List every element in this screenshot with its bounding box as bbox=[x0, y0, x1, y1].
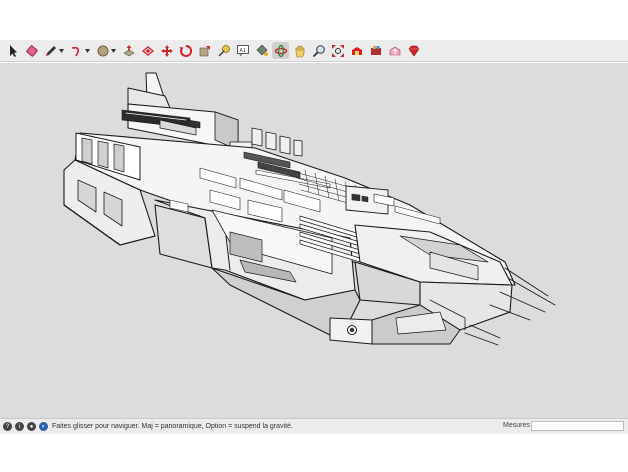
rotate-icon bbox=[179, 44, 192, 57]
tape-measure-icon bbox=[218, 44, 230, 56]
offset-tool-button[interactable] bbox=[139, 42, 156, 59]
ruby-icon bbox=[408, 45, 419, 57]
ruby-tool-button[interactable] bbox=[405, 42, 422, 59]
warehouse-icon bbox=[351, 46, 362, 55]
chevron-down-icon bbox=[59, 48, 64, 53]
zoom-extents-icon bbox=[331, 44, 344, 57]
move-tool-button[interactable] bbox=[158, 42, 175, 59]
warehouse-tool-button[interactable] bbox=[348, 42, 365, 59]
extension-icon bbox=[370, 45, 381, 55]
text-icon: A1 bbox=[236, 44, 249, 56]
move-icon bbox=[160, 44, 173, 57]
eraser-icon bbox=[25, 44, 38, 57]
push-pull-icon bbox=[122, 44, 135, 56]
main-toolbar: A1 bbox=[0, 40, 628, 62]
offset-icon bbox=[141, 45, 154, 56]
info-icon[interactable]: i bbox=[15, 422, 24, 431]
measurements-label: Mesures bbox=[503, 422, 530, 429]
circle-shape-icon bbox=[97, 45, 108, 56]
scale-tool-button[interactable] bbox=[196, 42, 213, 59]
status-bar: ? i ● ◐ Faites glisser pour naviguer. Ma… bbox=[0, 418, 628, 434]
extension-tool-button[interactable] bbox=[367, 42, 384, 59]
chevron-down-icon bbox=[85, 48, 90, 53]
share-model-icon bbox=[389, 46, 400, 55]
paint-bucket-tool-button[interactable] bbox=[253, 42, 270, 59]
rotate-tool-button[interactable] bbox=[177, 42, 194, 59]
measurements-input[interactable] bbox=[531, 421, 624, 431]
top-margin bbox=[0, 0, 628, 40]
zoom-icon bbox=[312, 44, 325, 57]
paint-bucket-icon bbox=[256, 44, 268, 56]
line-tool-dropdown[interactable] bbox=[59, 42, 65, 59]
arc-tool-dropdown[interactable] bbox=[85, 42, 91, 59]
push-pull-tool-button[interactable] bbox=[120, 42, 137, 59]
chevron-down-icon bbox=[111, 48, 116, 53]
spaceship-model bbox=[63, 72, 556, 346]
eraser-tool-button[interactable] bbox=[23, 42, 40, 59]
arrow-icon bbox=[9, 44, 17, 57]
scale-icon bbox=[199, 45, 210, 56]
pan-tool-button[interactable] bbox=[291, 42, 308, 59]
hand-icon bbox=[295, 45, 304, 57]
zoom-tool-button[interactable] bbox=[310, 42, 327, 59]
select-tool-button[interactable] bbox=[4, 42, 21, 59]
pencil-icon bbox=[45, 45, 56, 56]
orbit-tool-button[interactable] bbox=[272, 42, 289, 59]
orbit-icon bbox=[274, 44, 287, 57]
text-tool-button[interactable]: A1 bbox=[234, 42, 251, 59]
user-account-icon[interactable]: ● bbox=[27, 422, 36, 431]
help-icon[interactable]: ? bbox=[3, 422, 12, 431]
shape-tool-dropdown[interactable] bbox=[111, 42, 117, 59]
status-message: Faites glisser pour naviguer. Maj = pano… bbox=[52, 423, 293, 430]
shape-tool-button[interactable] bbox=[94, 42, 111, 59]
tape-measure-tool-button[interactable] bbox=[215, 42, 232, 59]
zoom-extents-tool-button[interactable] bbox=[329, 42, 346, 59]
line-tool-button[interactable] bbox=[42, 42, 59, 59]
geo-location-icon[interactable]: ◐ bbox=[39, 422, 48, 431]
svg-text:A1: A1 bbox=[239, 48, 245, 54]
share-model-tool-button[interactable] bbox=[386, 42, 403, 59]
arc-tool-button[interactable] bbox=[68, 42, 85, 59]
drawing-viewport[interactable] bbox=[0, 63, 628, 418]
bottom-margin bbox=[0, 434, 628, 472]
arc-icon bbox=[71, 46, 79, 56]
